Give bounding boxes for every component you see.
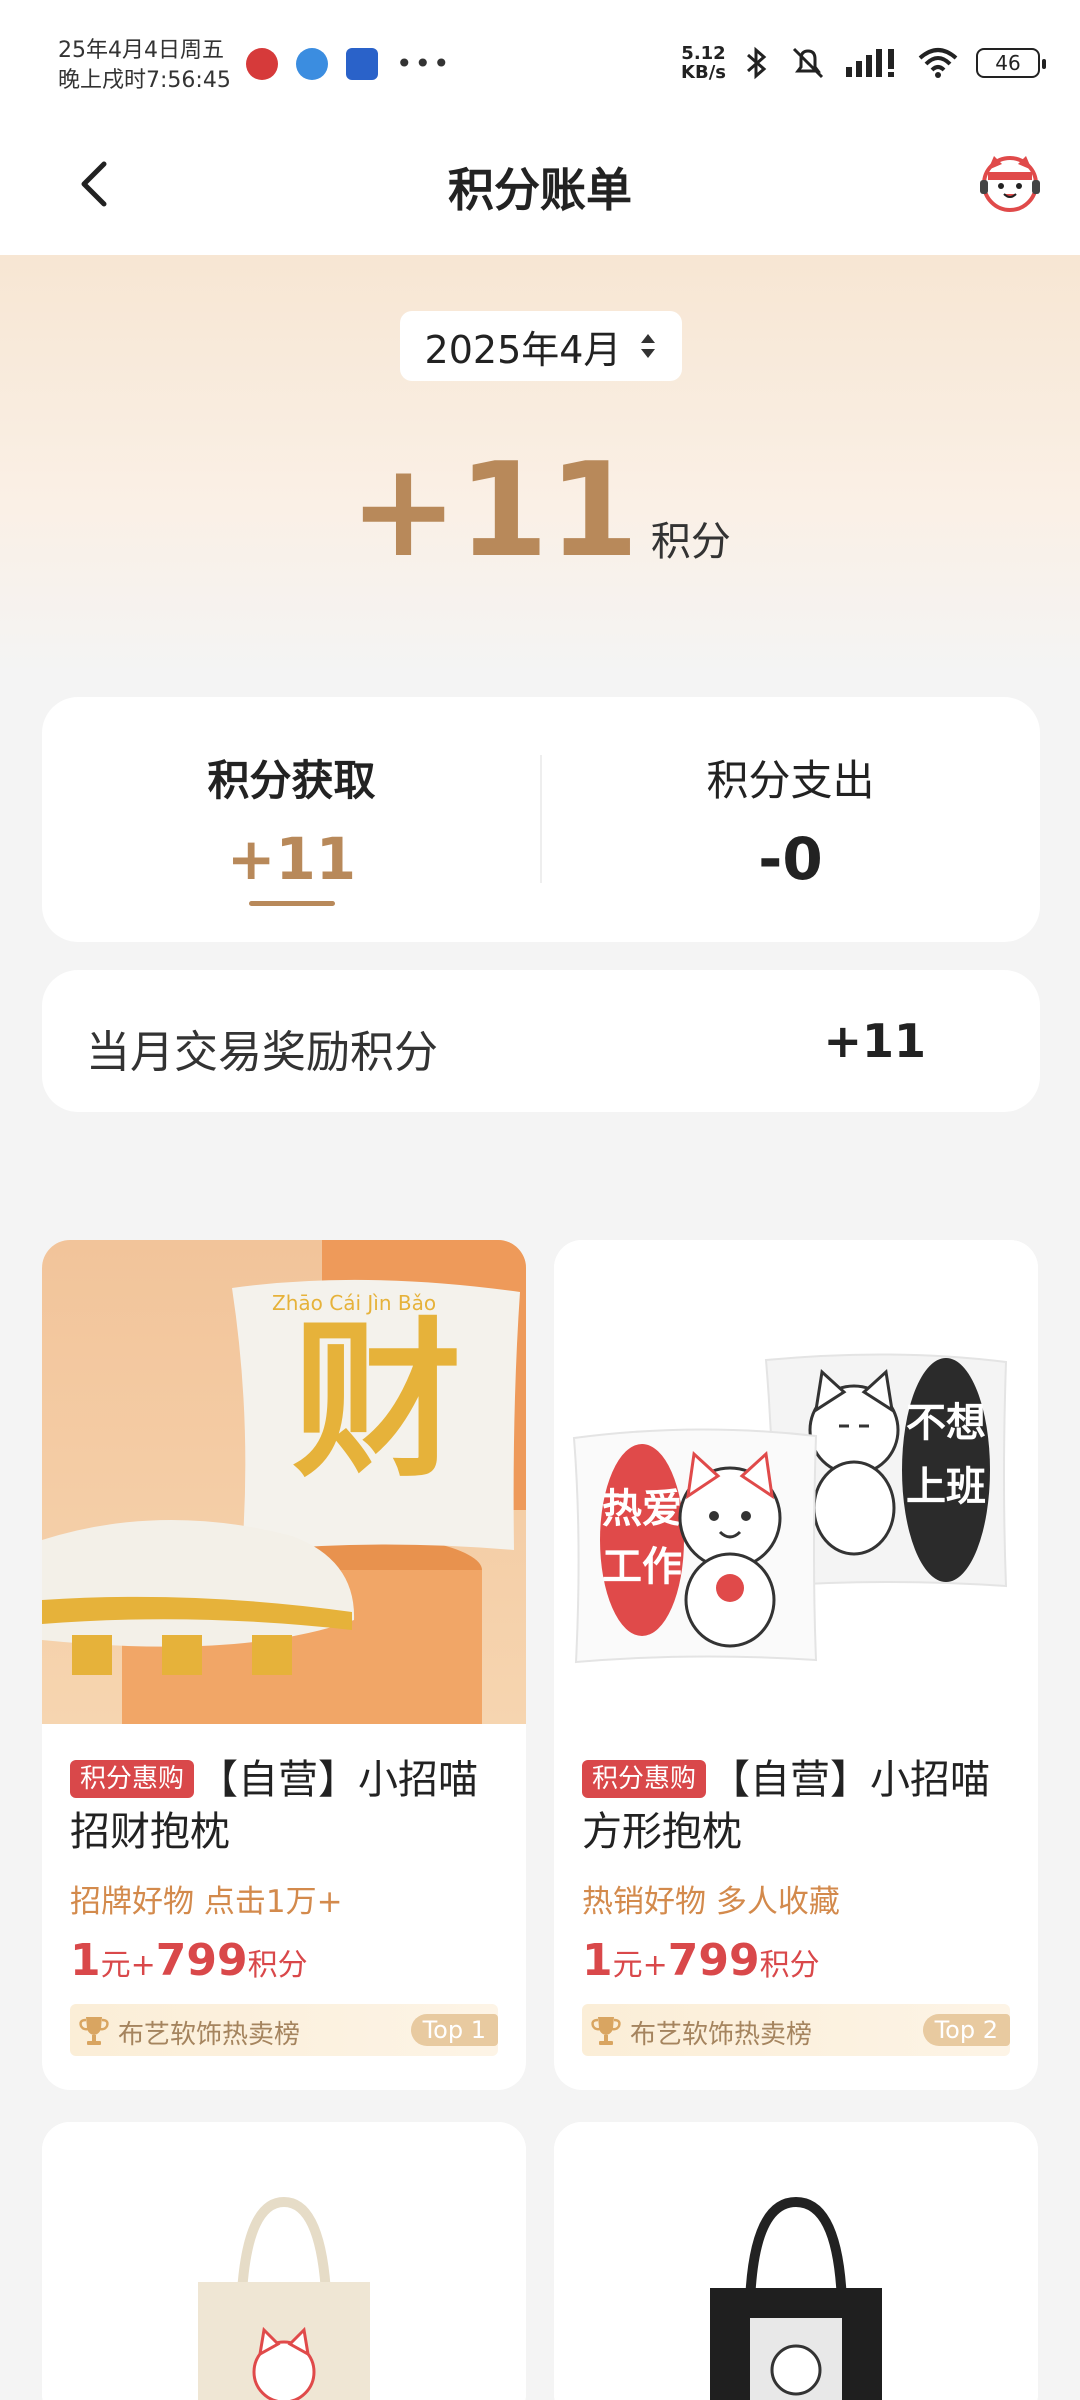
product-info: 积分惠购 【自营】小招喵招财抱枕 招牌好物 点击1万+ 1元+799积分 布艺软饰…	[42, 1754, 526, 2056]
gain-label: 积分获取	[207, 756, 376, 805]
ranking-badge: Top 2	[922, 2014, 1010, 2046]
ranking-name: 布艺软饰热卖榜	[118, 2020, 301, 2050]
product-price: 1元+799积分	[582, 1935, 1010, 1986]
product-card[interactable]: 不想 上班 热爱 工作 积分惠购 【自营】小招喵方形抱枕 热销好物 多人收藏 1…	[554, 1240, 1038, 2090]
product-card[interactable]: 财 Zhāo Cái Jìn Bǎo 积分惠购 【自营】小招喵招财抱枕 招牌好物 …	[42, 1240, 526, 2090]
square-pillow-illustration: 不想 上班 热爱 工作	[554, 1240, 1038, 1724]
product-image-tote-black	[554, 2122, 1038, 2400]
total-points: +11 积分	[0, 445, 1080, 575]
spend-label: 积分支出	[706, 756, 875, 805]
price-number: 1	[70, 1935, 101, 1986]
pillow-character: 财	[292, 1303, 462, 1501]
product-price: 1元+799积分	[70, 1935, 498, 1986]
network-speed: 5.12 KB/s	[681, 44, 726, 82]
more-notifications-icon: •••	[396, 47, 452, 80]
gain-value: +11	[226, 825, 357, 893]
price-plus: +	[130, 1948, 156, 1983]
product-image-tote-beige	[42, 2122, 526, 2400]
status-datetime: 25年4月4日周五 晚上戌时7:56:45	[58, 36, 231, 96]
product-image-pillow-square: 不想 上班 热爱 工作	[554, 1240, 1038, 1724]
product-card[interactable]	[42, 2122, 526, 2400]
points-number: 799	[155, 1935, 248, 1986]
spend-value: -0	[758, 825, 823, 893]
bank-app-icon	[246, 48, 278, 80]
price-unit: 元	[612, 1948, 643, 1983]
price-plus: +	[642, 1948, 668, 1983]
bank2-app-icon	[346, 48, 378, 80]
notification-icons: •••	[246, 48, 452, 80]
browser-app-icon	[296, 48, 328, 80]
ranking-bar[interactable]: 布艺软饰热卖榜 Top 1	[70, 2004, 498, 2056]
product-subtitle: 热销好物 多人收藏	[582, 1884, 840, 1920]
reward-value: +11	[823, 1014, 926, 1068]
points-deal-tag: 积分惠购	[70, 1760, 195, 1798]
price-unit: 元	[100, 1948, 131, 1983]
points-number: 799	[667, 1935, 760, 1986]
signal-icon	[846, 49, 894, 77]
speed-unit: KB/s	[681, 62, 726, 83]
sort-arrows-icon	[641, 334, 656, 358]
product-title: 积分惠购 【自营】小招喵招财抱枕	[70, 1754, 498, 1858]
battery-indicator: 46	[976, 48, 1046, 78]
status-date: 25年4月4日周五	[58, 38, 224, 63]
fortune-pillow-illustration: 财 Zhāo Cái Jìn Bǎo	[42, 1240, 526, 1724]
trophy-icon	[79, 2017, 109, 2045]
total-points-value: +11	[349, 434, 639, 586]
points-unit: 积分	[759, 1948, 820, 1983]
product-image-pillow-fortune: 财 Zhāo Cái Jìn Bǎo	[42, 1240, 526, 1724]
status-right: 5.12 KB/s 46	[681, 44, 1046, 82]
ranking-badge: Top 1	[410, 2014, 498, 2046]
reward-label: 当月交易奖励积分	[86, 1027, 438, 1078]
status-time: 晚上戌时7:56:45	[58, 68, 231, 93]
bluetooth-icon	[747, 46, 767, 80]
page-title: 积分账单	[448, 163, 632, 217]
status-bar: 25年4月4日周五 晚上戌时7:56:45 ••• 5.12 KB/s 46	[0, 0, 1080, 120]
tab-points-spend[interactable]: 积分支出 -0	[541, 697, 1040, 942]
monthly-reward-row[interactable]: 当月交易奖励积分 +11	[42, 970, 1040, 1112]
navigation-bar: 积分账单	[0, 120, 1080, 255]
pillow-right-text-2: 上班	[906, 1464, 986, 1510]
product-title: 积分惠购 【自营】小招喵方形抱枕	[582, 1754, 1010, 1858]
pillow-brand-text: Zhāo Cái Jìn Bǎo	[272, 1291, 436, 1315]
points-unit: 积分	[247, 1948, 308, 1983]
beige-tote-illustration	[42, 2122, 526, 2400]
tab-points-gain[interactable]: 积分获取 +11	[42, 697, 541, 942]
pillow-right-text-1: 不想	[906, 1400, 986, 1446]
speed-value: 5.12	[681, 43, 726, 64]
black-tote-illustration	[554, 2122, 1038, 2400]
points-header: 2025年4月 +11 积分	[0, 255, 1080, 675]
points-deal-tag: 积分惠购	[582, 1760, 707, 1798]
mute-bell-icon	[792, 47, 824, 79]
product-card[interactable]	[554, 2122, 1038, 2400]
product-info: 积分惠购 【自营】小招喵方形抱枕 热销好物 多人收藏 1元+799积分 布艺软饰热…	[554, 1754, 1038, 2056]
pillow-left-text-2: 工作	[602, 1544, 682, 1590]
battery-level: 46	[995, 51, 1021, 75]
mascot-service-icon[interactable]	[978, 150, 1042, 214]
price-number: 1	[582, 1935, 613, 1986]
trophy-icon	[591, 2017, 621, 2045]
pillow-left-text-1: 热爱	[602, 1486, 682, 1532]
total-points-unit: 积分	[650, 519, 731, 565]
product-subtitle: 招牌好物 点击1万+	[70, 1884, 343, 1920]
active-tab-underline	[248, 901, 335, 906]
month-label: 2025年4月	[424, 327, 622, 372]
points-summary-card: 积分获取 +11 积分支出 -0	[42, 697, 1040, 942]
wifi-icon	[918, 48, 958, 78]
ranking-bar[interactable]: 布艺软饰热卖榜 Top 2	[582, 2004, 1010, 2056]
ranking-name: 布艺软饰热卖榜	[630, 2020, 813, 2050]
month-selector[interactable]: 2025年4月	[400, 311, 682, 381]
